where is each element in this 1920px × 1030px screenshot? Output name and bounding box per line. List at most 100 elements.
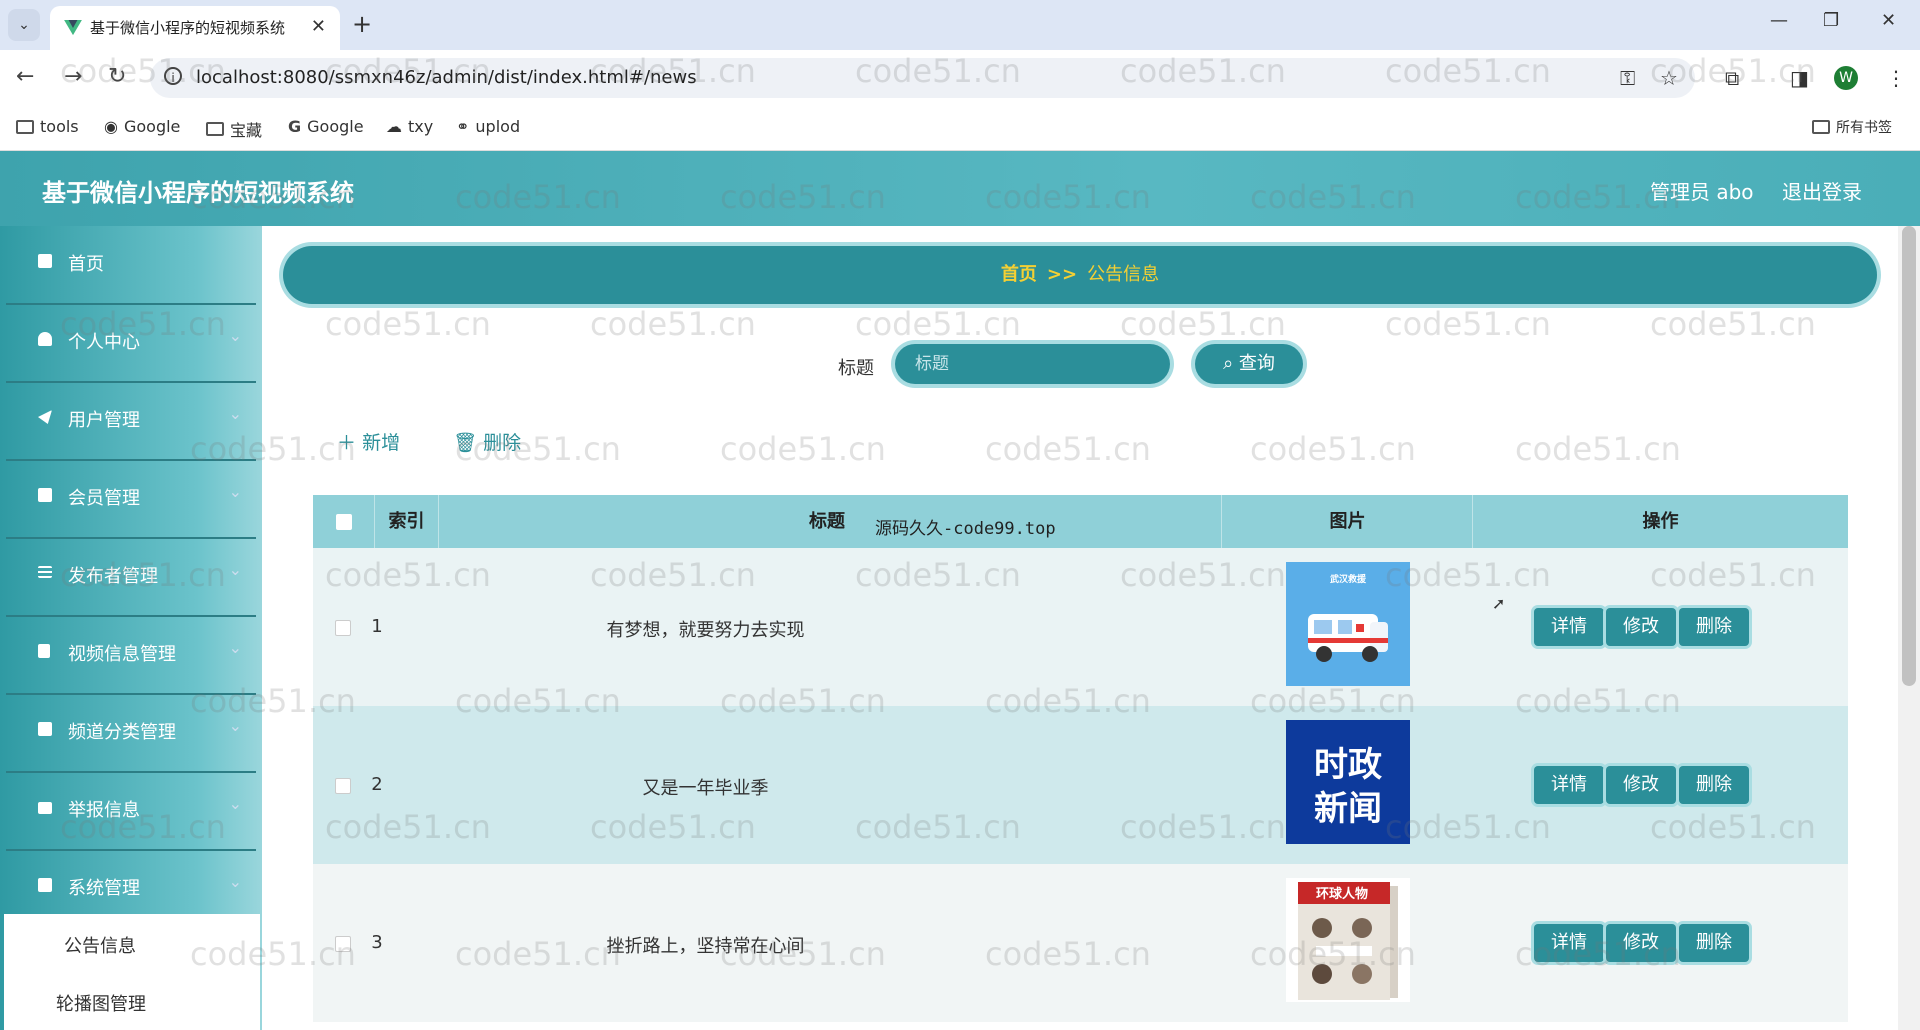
watermark-text: code51.cn — [590, 305, 756, 343]
title-search-input[interactable] — [895, 344, 1170, 384]
new-tab-icon[interactable]: + — [352, 10, 372, 38]
breadcrumb-current: 公告信息 — [1087, 264, 1160, 285]
sidebar-item-label: 举报信息 — [68, 800, 140, 821]
cloud-icon: ☁ — [386, 117, 402, 136]
globe-icon: ◉ — [104, 117, 118, 136]
bookmark-tools[interactable]: tools — [16, 117, 79, 136]
bookmarks-bar: tools ◉ Google 宝藏 G Google ☁ txy ⚭ uplod 所有书… — [0, 106, 1920, 151]
app-title: 基于微信小程序的短视频系统 — [42, 179, 354, 207]
sidebar-item-profile[interactable]: 个人中心 ⌄ — [6, 304, 256, 383]
detail-button[interactable]: 详情 — [1534, 766, 1604, 804]
header-image: 图片 — [1223, 495, 1473, 548]
search-button[interactable]: ⌕ 查询 — [1195, 344, 1303, 384]
list-icon — [38, 566, 52, 578]
sidebar-item-label: 个人中心 — [68, 332, 140, 353]
watermark-text: code51.cn — [1385, 305, 1551, 343]
chevron-down-icon: ⌄ — [228, 716, 242, 735]
sidebar-item-users[interactable]: 用户管理 ⌄ — [6, 382, 256, 461]
bookmark-txy[interactable]: ☁ txy — [386, 117, 433, 136]
sidebar-item-members[interactable]: 会员管理 ⌄ — [6, 460, 256, 539]
tab-close-icon[interactable]: ✕ — [311, 16, 326, 37]
detail-button[interactable]: 详情 — [1534, 924, 1604, 962]
sidebar-item-videos[interactable]: 视频信息管理 ⌄ — [6, 616, 256, 695]
watermark-text: code51.cn — [325, 305, 491, 343]
edit-button[interactable]: 修改 — [1606, 608, 1676, 646]
row-index: 1 — [371, 616, 383, 637]
minimize-icon[interactable]: — — [1770, 10, 1788, 31]
thumbnail-caption-line2: 新闻 — [1314, 789, 1382, 829]
omnibox[interactable]: i localhost:8080/ssmxn46z/admin/dist/ind… — [150, 58, 1695, 98]
chevron-down-icon: ⌄ — [228, 872, 242, 891]
key-icon[interactable]: ⚿ — [1620, 66, 1635, 90]
reload-icon[interactable]: ↻ — [108, 64, 126, 89]
sidebar-item-home[interactable]: 首页 — [6, 226, 256, 305]
breadcrumb: 首页 >> 公告信息 — [283, 246, 1877, 304]
breadcrumb-home[interactable]: 首页 — [1001, 264, 1037, 285]
bookmark-google[interactable]: ◉ Google — [104, 117, 180, 136]
home-icon — [38, 254, 52, 268]
google-icon: G — [288, 117, 302, 136]
close-window-icon[interactable]: ✕ — [1881, 10, 1896, 31]
forward-icon[interactable]: → — [64, 64, 82, 89]
sidebar-item-label: 用户管理 — [68, 410, 140, 431]
flag-icon — [38, 644, 50, 658]
extensions-icon[interactable]: ⧉ — [1725, 66, 1739, 90]
plus-icon: ＋ — [337, 432, 357, 454]
row-index: 3 — [371, 932, 383, 953]
delete-button[interactable]: 删除 — [1679, 766, 1749, 804]
system-submenu: 公告信息 轮播图管理 — [4, 914, 260, 1030]
chevron-down-icon: ⌄ — [228, 638, 242, 657]
chevron-down-icon: ⌄ — [228, 794, 242, 813]
menu-icon[interactable]: ⋮ — [1886, 66, 1906, 90]
site-info-icon[interactable]: i — [164, 67, 182, 85]
select-all-cell — [313, 495, 375, 548]
back-icon[interactable]: ← — [16, 64, 34, 89]
current-user: 管理员 abo — [1650, 180, 1754, 204]
watermark-text: code51.cn — [985, 430, 1151, 468]
logout-link[interactable]: 退出登录 — [1782, 176, 1862, 205]
all-bookmarks[interactable]: 所有书签 — [1812, 117, 1892, 137]
grid-icon — [38, 722, 52, 736]
sidepanel-icon[interactable]: ◨ — [1790, 66, 1809, 90]
sidebar-item-reports[interactable]: 举报信息 ⌄ — [6, 772, 256, 851]
row-title: 挫折路上，坚持常在心间 — [606, 936, 805, 957]
bookmark-uplod[interactable]: ⚭ uplod — [456, 117, 520, 136]
add-button[interactable]: ＋ 新增 — [337, 428, 400, 455]
sidebar-item-channels[interactable]: 频道分类管理 ⌄ — [6, 694, 256, 773]
search-icon: ⌕ — [1223, 353, 1239, 374]
edit-button[interactable]: 修改 — [1606, 766, 1676, 804]
delete-button[interactable]: 删除 — [1679, 608, 1749, 646]
trash-icon: 🗑 — [453, 432, 478, 454]
chevron-down-icon: ⌄ — [228, 560, 242, 579]
batch-delete-button[interactable]: 🗑 删除 — [453, 428, 521, 455]
delete-button[interactable]: 删除 — [1679, 924, 1749, 962]
tab-title: 基于微信小程序的短视频系统 — [90, 19, 286, 37]
profile-avatar[interactable]: W — [1834, 66, 1858, 90]
star-icon[interactable]: ☆ — [1660, 66, 1678, 90]
chevron-down-icon: ⌄ — [228, 326, 242, 345]
bookmark-google-2[interactable]: G Google — [288, 117, 364, 136]
submenu-item-announcements[interactable]: 公告信息 — [64, 932, 136, 958]
sidebar-item-publishers[interactable]: 发布者管理 ⌄ — [6, 538, 256, 617]
detail-button[interactable]: 详情 — [1534, 608, 1604, 646]
header-index: 索引 — [375, 495, 439, 548]
restore-icon[interactable]: ❐ — [1823, 10, 1839, 31]
chevron-down-icon: ⌄ — [228, 482, 242, 501]
browser-tab-bar: ⌄ 基于微信小程序的短视频系统 ✕ + — ❐ ✕ — [0, 0, 1920, 50]
edit-button[interactable]: 修改 — [1606, 924, 1676, 962]
table-row: 3 挫折路上，坚持常在心间 环球人物 详情 修改 删除 — [313, 864, 1848, 1022]
breadcrumb-separator: >> — [1046, 264, 1078, 285]
row-thumbnail: 环球人物 — [1286, 878, 1410, 1002]
scrollbar-thumb[interactable] — [1902, 226, 1916, 686]
sidebar-item-label: 发布者管理 — [68, 566, 158, 587]
select-all-checkbox[interactable] — [335, 514, 352, 530]
tab-search-icon[interactable]: ⌄ — [8, 9, 40, 41]
watermark-text: code51.cn — [1650, 305, 1816, 343]
page-scrollbar[interactable] — [1898, 226, 1920, 1030]
folder-icon — [1812, 120, 1830, 134]
bookmark-treasure[interactable]: 宝藏 — [206, 117, 262, 141]
browser-tab[interactable]: 基于微信小程序的短视频系统 ✕ — [50, 6, 340, 50]
submenu-item-carousel[interactable]: 轮播图管理 — [56, 990, 146, 1016]
row-index: 2 — [371, 774, 383, 795]
sidebar: 首页 个人中心 ⌄ 用户管理 ⌄ 会员管理 ⌄ 发布者管理 ⌄ 视频信息管理 ⌄… — [0, 226, 262, 1030]
